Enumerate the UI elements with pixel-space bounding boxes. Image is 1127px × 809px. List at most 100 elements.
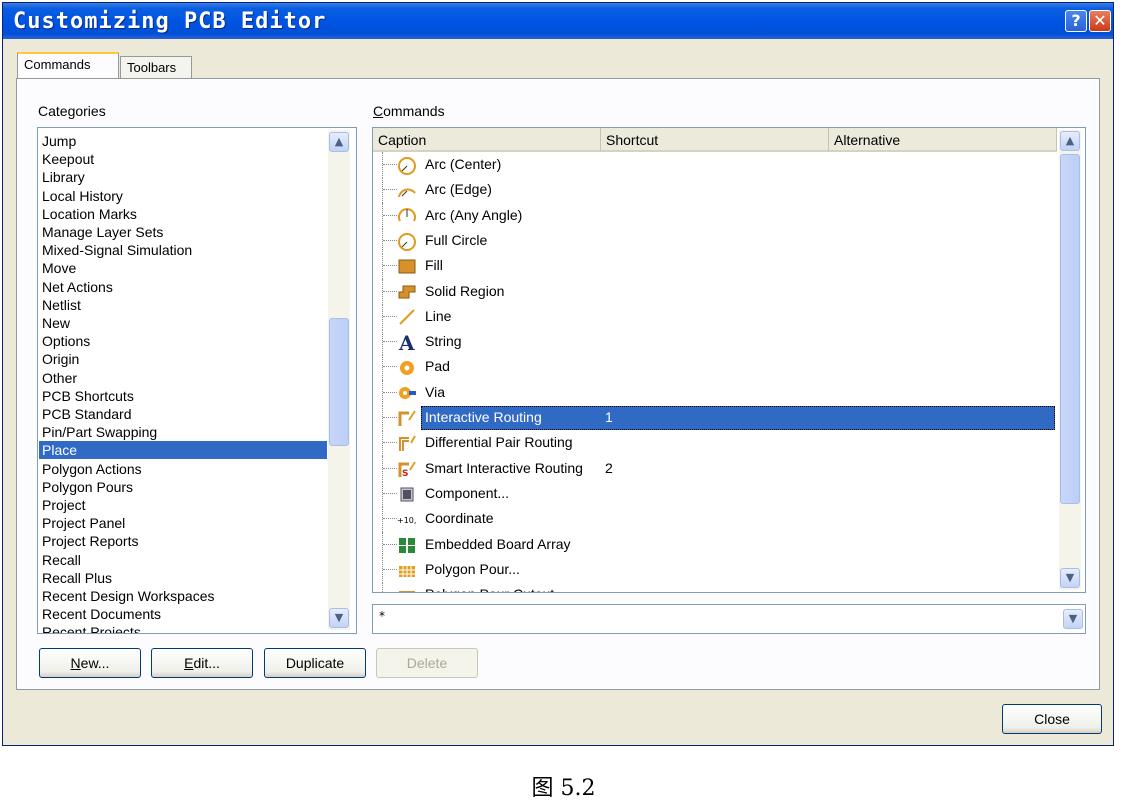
differential-pair-routing-icon — [399, 435, 416, 452]
category-item[interactable]: Recent Documents — [42, 605, 161, 623]
command-caption: Arc (Edge) — [425, 181, 492, 198]
category-item[interactable]: Polygon Pours — [42, 478, 133, 496]
category-item[interactable]: Options — [42, 332, 90, 350]
tab-commands[interactable]: Commands — [17, 52, 119, 80]
category-item[interactable]: Recall Plus — [42, 569, 112, 587]
tree-line — [382, 455, 383, 482]
categories-list[interactable]: Jump Keepout Library Local History Location … — [37, 127, 357, 634]
category-item[interactable]: Origin — [42, 350, 79, 368]
column-header-caption[interactable]: Caption — [373, 128, 601, 152]
category-item[interactable]: Pin/Part Swapping — [42, 423, 157, 441]
command-row[interactable]: Arc (Any Angle) — [373, 202, 1057, 229]
category-item[interactable]: Net Actions — [42, 278, 113, 296]
category-item[interactable]: Jump — [42, 132, 76, 150]
category-item[interactable]: Place — [39, 441, 327, 460]
commands-label: Commands — [373, 103, 445, 119]
tree-line — [382, 556, 383, 583]
command-caption: Coordinate — [425, 510, 494, 527]
category-item[interactable]: Local History — [42, 187, 123, 205]
category-item[interactable]: Location Marks — [42, 205, 137, 223]
command-row[interactable]: Pad — [373, 354, 1057, 381]
scroll-thumb[interactable] — [1060, 154, 1080, 504]
category-item[interactable]: PCB Standard — [42, 405, 132, 423]
category-item[interactable]: New — [42, 314, 70, 332]
tree-line — [383, 265, 397, 267]
command-row[interactable]: S Smart Interactive Routing 2 — [373, 455, 1057, 482]
chevron-down-icon[interactable]: ▼ — [1063, 609, 1083, 629]
category-item[interactable]: Other — [42, 369, 77, 387]
duplicate-button[interactable]: Duplicate — [264, 648, 366, 678]
tree-line — [383, 467, 397, 469]
category-item[interactable]: Recent Design Workspaces — [42, 587, 214, 605]
command-row[interactable]: +10,10 Coordinate — [373, 506, 1057, 533]
command-row[interactable]: Line — [373, 303, 1057, 330]
command-row[interactable]: Via — [373, 379, 1057, 406]
scroll-thumb[interactable] — [329, 318, 349, 446]
embedded-board-array-icon — [399, 537, 415, 553]
command-caption: Arc (Any Angle) — [425, 206, 523, 223]
category-item[interactable]: Project — [42, 496, 86, 514]
command-row[interactable]: Polygon Pour... — [373, 556, 1057, 583]
category-item[interactable]: Recent Projects — [42, 623, 141, 633]
command-row[interactable]: Differential Pair Routing — [373, 430, 1057, 457]
command-row[interactable]: Component... — [373, 480, 1057, 507]
close-window-button[interactable]: ✕ — [1089, 10, 1111, 32]
command-row[interactable]: A String — [373, 329, 1057, 356]
command-row[interactable]: Arc (Center) — [373, 152, 1057, 178]
commands-scrollbar[interactable]: ▲ ▼ — [1059, 130, 1081, 590]
tree-line — [383, 391, 397, 393]
scroll-up-button[interactable]: ▲ — [329, 132, 349, 152]
tree-line — [382, 227, 383, 254]
command-caption: Polygon Pour... — [425, 560, 520, 577]
category-item[interactable]: Keepout — [42, 150, 94, 168]
delete-button[interactable]: Delete — [376, 648, 478, 678]
command-caption: Via — [425, 383, 445, 400]
category-item[interactable]: Project Panel — [42, 514, 125, 532]
command-caption: Pad — [425, 358, 450, 375]
commands-list[interactable]: Caption Shortcut Alternative Arc (Center… — [372, 127, 1086, 593]
category-item[interactable]: Polygon Actions — [42, 460, 142, 478]
command-row[interactable]: Fill — [373, 253, 1057, 280]
tree-line — [382, 152, 383, 178]
command-caption: String — [425, 333, 462, 350]
command-row[interactable]: Solid Region — [373, 278, 1057, 305]
via-icon — [399, 386, 416, 399]
close-button[interactable]: Close — [1002, 704, 1102, 734]
scroll-down-button[interactable]: ▼ — [329, 608, 349, 628]
scroll-up-button[interactable]: ▲ — [1060, 131, 1080, 151]
categories-scrollbar[interactable]: ▲ ▼ — [328, 130, 350, 630]
category-item[interactable]: Netlist — [42, 296, 81, 314]
tree-line — [383, 164, 397, 165]
command-caption: Polygon Pour Cutout — [425, 586, 554, 592]
scroll-down-button[interactable]: ▼ — [1060, 568, 1080, 588]
category-item[interactable]: Library — [42, 168, 85, 186]
category-item[interactable]: PCB Shortcuts — [42, 387, 134, 405]
string-icon: A — [398, 332, 415, 352]
category-item[interactable]: Move — [42, 259, 76, 277]
column-header-shortcut[interactable]: Shortcut — [601, 128, 829, 152]
category-item[interactable]: Mixed-Signal Simulation — [42, 241, 192, 259]
command-filter-combo[interactable]: * ▼ — [372, 604, 1086, 634]
command-row[interactable]: Embedded Board Array — [373, 531, 1057, 558]
column-header-alternative[interactable]: Alternative — [829, 128, 1057, 152]
tree-line — [383, 315, 397, 317]
command-row[interactable]: Polygon Pour Cutout — [373, 582, 1057, 592]
new-button[interactable]: New... — [39, 648, 141, 678]
categories-label: Categories — [38, 103, 106, 119]
tree-line — [382, 253, 383, 280]
tree-line — [382, 405, 383, 431]
command-row[interactable]: Interactive Routing 1 — [373, 405, 1057, 431]
component-icon — [400, 487, 414, 502]
polygon-pour-icon — [399, 565, 415, 577]
category-item[interactable]: Recall — [42, 551, 81, 569]
command-row[interactable]: Full Circle — [373, 227, 1057, 254]
command-row[interactable]: Arc (Edge) — [373, 177, 1057, 204]
edit-button[interactable]: Edit... — [151, 648, 253, 678]
title-bar[interactable]: Customizing PCB Editor ? ✕ — [3, 3, 1113, 39]
category-item[interactable]: Project Reports — [42, 532, 138, 550]
full-circle-icon — [398, 232, 416, 251]
tab-toolbars[interactable]: Toolbars — [120, 56, 192, 80]
smart-interactive-routing-icon: S — [398, 461, 416, 479]
category-item[interactable]: Manage Layer Sets — [42, 223, 163, 241]
help-button[interactable]: ? — [1065, 10, 1087, 32]
